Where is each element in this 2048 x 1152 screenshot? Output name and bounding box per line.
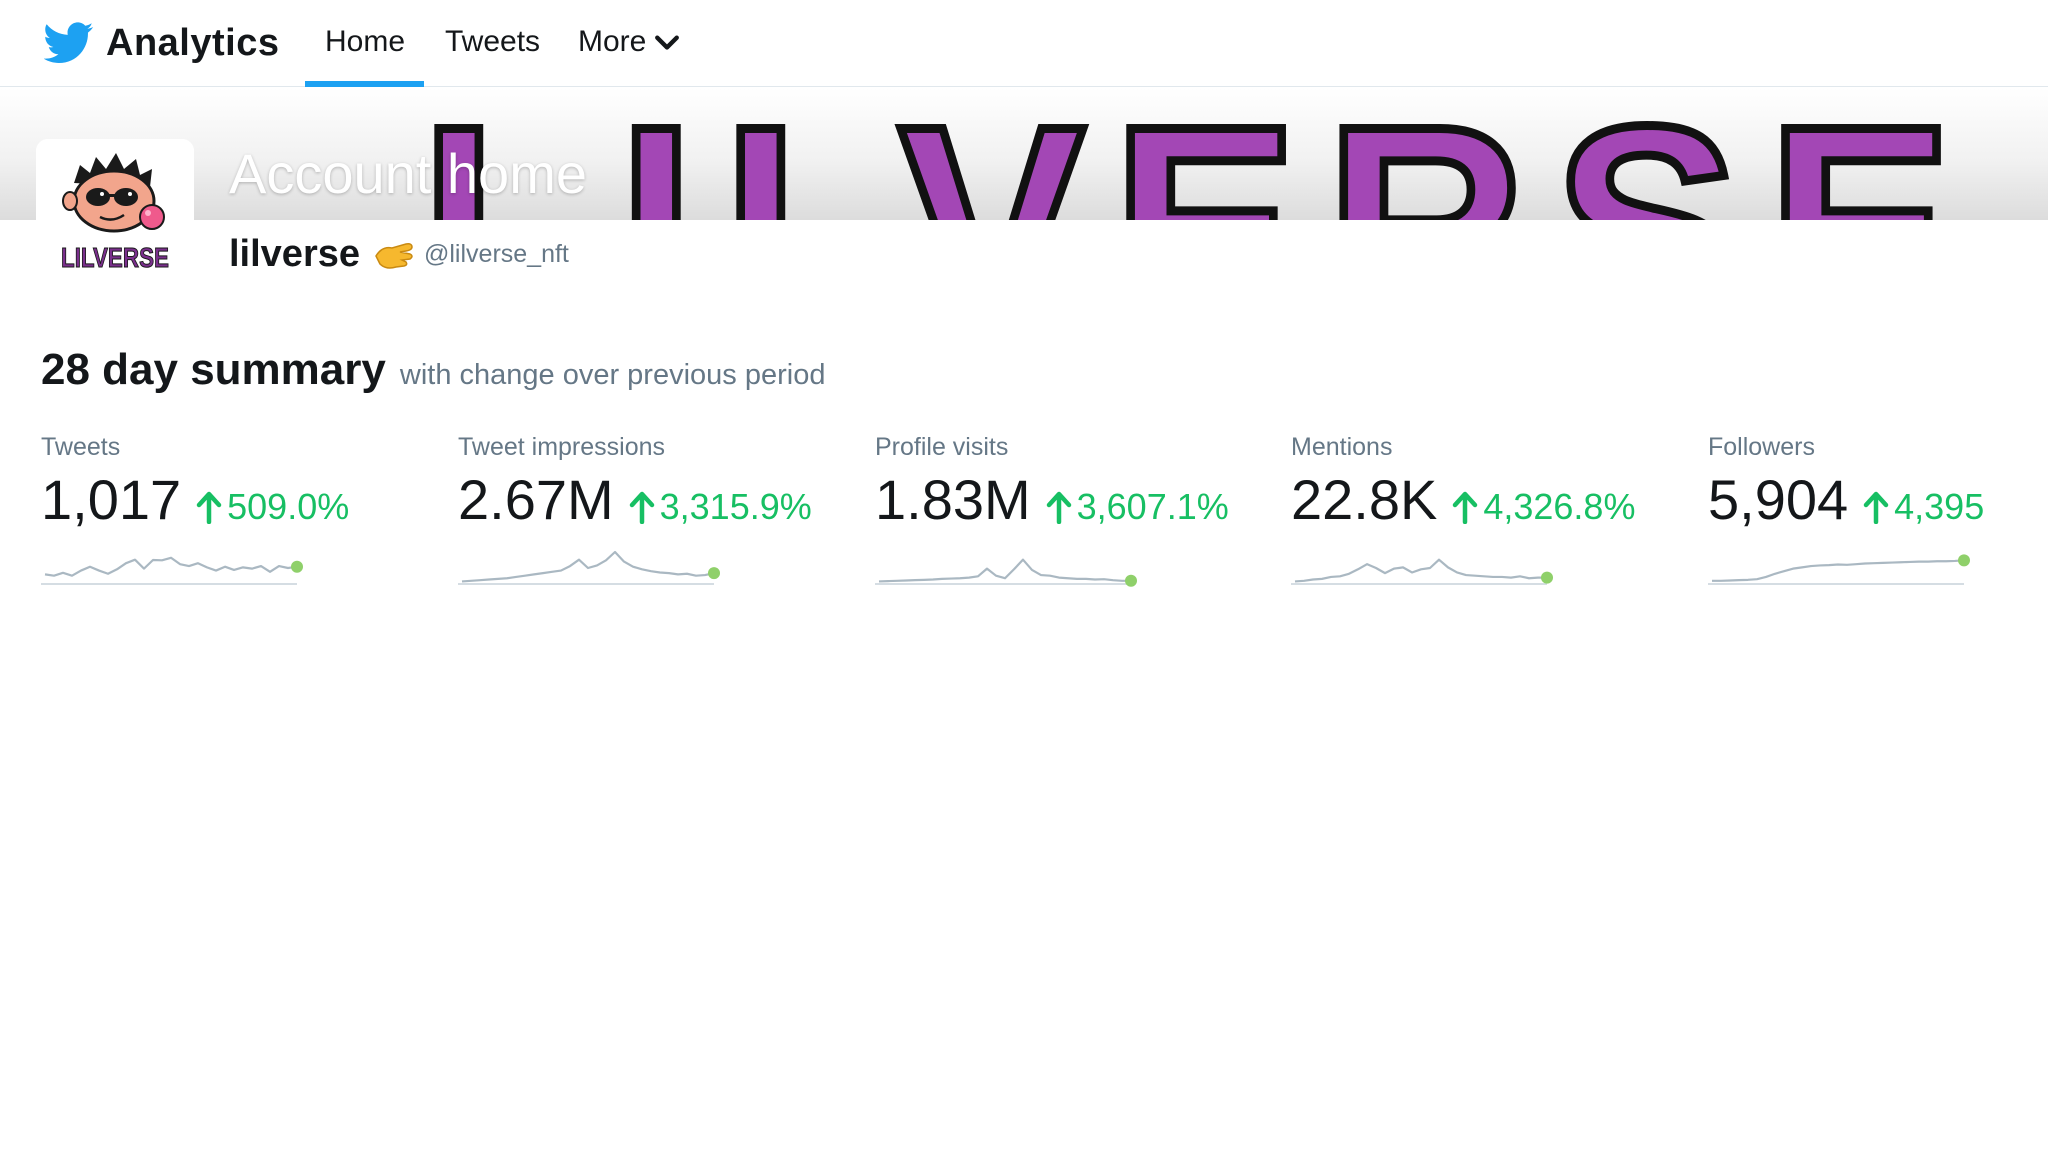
stat-value: 1,017 xyxy=(41,468,182,531)
stat-label: Tweet impressions xyxy=(458,433,666,461)
stat-change-value: 4,395 xyxy=(1894,486,1985,527)
stat-card-profile-visits[interactable]: Profile visits 1.83M 3,607.1% xyxy=(875,432,1275,592)
arrow-up-icon xyxy=(1863,491,1889,524)
stat-card-mentions[interactable]: Mentions 22.8K 4,326.8% xyxy=(1291,432,1691,592)
summary-title: 28 day summary xyxy=(41,345,386,394)
stat-value: 5,904 xyxy=(1708,468,1849,531)
chevron-down-icon xyxy=(655,35,680,50)
sparkline-series xyxy=(461,550,715,583)
summary-header: 28 day summary with change over previous… xyxy=(41,345,825,395)
stat-change: 509.0% xyxy=(195,486,349,528)
stat-label: Profile visits xyxy=(875,433,1009,461)
sparkline-series xyxy=(1712,559,1965,582)
avatar-image: LILVERSE xyxy=(36,139,194,277)
sparkline-last-point xyxy=(1958,554,1970,567)
account-name: lilverse xyxy=(229,232,360,275)
stat-value: 22.8K xyxy=(1291,468,1438,531)
top-nav: Analytics Home Tweets More xyxy=(0,0,2048,87)
sparkline-chart xyxy=(1291,558,1553,585)
sparkline-chart xyxy=(458,550,720,585)
summary-subtitle: with change over previous period xyxy=(399,359,826,391)
sparkline-last-point xyxy=(1541,571,1553,584)
stat-change: 3,315.9% xyxy=(628,486,812,528)
sparkline-last-point xyxy=(1125,574,1137,587)
avatar-logo-text: LILVERSE xyxy=(61,242,169,273)
sparkline-chart xyxy=(41,556,303,585)
sparkline-last-point xyxy=(291,560,303,573)
stat-change: 4,395 xyxy=(1862,486,1984,528)
stat-label: Mentions xyxy=(1291,433,1393,461)
pinching-hand-emoji-icon xyxy=(375,243,413,269)
sparkline-series xyxy=(1294,558,1547,583)
brand-title: Analytics xyxy=(106,21,280,64)
stat-change-value: 4,326.8% xyxy=(1483,486,1636,527)
nav-more-menu[interactable]: More xyxy=(578,22,680,62)
stat-value: 1.83M xyxy=(875,468,1031,531)
arrow-up-icon xyxy=(196,491,222,524)
stat-card-followers[interactable]: Followers 5,904 4,395 xyxy=(1708,432,2048,592)
arrow-up-icon xyxy=(629,491,654,524)
account-info: lilverse @lilverse_nft xyxy=(229,228,569,280)
account-handle[interactable]: @lilverse_nft xyxy=(424,240,569,269)
stat-change-value: 3,315.9% xyxy=(659,486,812,527)
stat-label: Followers xyxy=(1708,433,1815,461)
twitter-bird-icon xyxy=(44,22,94,63)
page-title: Account home xyxy=(229,142,587,205)
arrow-up-icon xyxy=(1046,491,1071,524)
sparkline-chart xyxy=(875,558,1137,587)
stat-change-value: 509.0% xyxy=(227,486,350,527)
stat-change: 4,326.8% xyxy=(1451,486,1635,528)
arrow-up-icon xyxy=(1453,491,1478,524)
sparkline-series xyxy=(44,556,298,577)
sparkline-chart xyxy=(1708,554,1970,585)
banner-lettering: LILVERSE xyxy=(420,88,1980,220)
nav-more-label: More xyxy=(578,25,647,58)
nav-home-tab[interactable]: Home xyxy=(325,22,405,62)
active-tab-indicator xyxy=(305,81,424,87)
nav-tweets-tab[interactable]: Tweets xyxy=(445,22,540,62)
stat-value: 2.67M xyxy=(458,468,614,531)
stat-card-tweets[interactable]: Tweets 1,017 509.0% xyxy=(41,432,441,592)
stat-card-impressions[interactable]: Tweet impressions 2.67M 3,315.9% xyxy=(458,432,858,592)
avatar[interactable]: LILVERSE xyxy=(36,139,194,277)
sparkline-series xyxy=(878,558,1131,583)
stat-change-value: 3,607.1% xyxy=(1076,486,1229,527)
stat-label: Tweets xyxy=(41,433,121,461)
sparkline-last-point xyxy=(708,567,720,580)
brand[interactable]: Analytics xyxy=(44,18,279,68)
stat-change: 3,607.1% xyxy=(1045,486,1229,528)
